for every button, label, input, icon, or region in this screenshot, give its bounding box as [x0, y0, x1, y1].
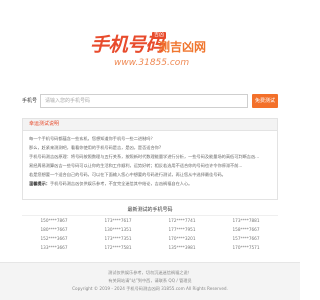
- recent-number[interactable]: 135****3981: [150, 243, 214, 252]
- recent-number[interactable]: 173****7617: [86, 216, 150, 225]
- recent-tests-grid: 150****7867 173****7617 172****7741 173*…: [22, 215, 278, 252]
- recent-number[interactable]: 152****3667: [22, 234, 86, 243]
- recent-number[interactable]: 170****7571: [214, 243, 278, 252]
- instructions-tip: 温馨提示：手机号码测吉凶仅供娱乐参考，不宜完全迷信其中结论，吉凶祸福自在人心。: [29, 179, 271, 188]
- recent-number[interactable]: 173****7351: [86, 234, 150, 243]
- page-footer: 测试仅供娱乐参考，切勿沉迷迷信祸福之说！ 有关网站请“站”到中西，请联系 QQ …: [0, 262, 300, 300]
- logo-side-text: 测吉凶网: [158, 40, 207, 54]
- footer-contact[interactable]: 有关网站请“站”到中西，请联系 QQ / 管理员: [0, 277, 300, 285]
- test-instructions-panel: 幸运测试说明 每一个手机号码都蕴含一些玄机，您想知道你手机号一些二进制吗？ 那么…: [22, 118, 278, 200]
- table-row: 133****3667 172****7581 135****3981 170*…: [22, 243, 278, 252]
- tip-label: 温馨提示：: [29, 181, 50, 186]
- tip-text: 手机号码测吉凶仅供娱乐参考，不宜完全迷信其中结论，吉凶祸福自在人心。: [49, 181, 193, 186]
- table-row: 180****7667 130****1351 177****7951 158*…: [22, 225, 278, 234]
- recent-number[interactable]: 173****7881: [214, 216, 278, 225]
- instructions-title: 幸运测试说明: [23, 119, 277, 131]
- logo-url: www.31855.com: [114, 58, 190, 68]
- recent-number[interactable]: 133****3667: [22, 243, 86, 252]
- search-label: 手机号: [22, 98, 38, 104]
- search-bar: 手机号 请输入您的手机号码 免费测试: [22, 94, 278, 108]
- recent-number[interactable]: 150****7867: [22, 216, 86, 225]
- recent-number[interactable]: 180****7667: [22, 225, 86, 234]
- instructions-paragraph: 若是您想要一个适合自己的号码，可以在下面输入您心中想要的号码进行测试，再让您从中…: [29, 172, 226, 177]
- site-logo[interactable]: 手机号码 吉凶 测吉凶网 www.31855.com: [90, 30, 214, 76]
- instructions-paragraph: 易经周易测算凶吉一些号码可以让你的生活和工作顺利，运势好转；相反若选用不适合你的…: [29, 163, 243, 168]
- recent-number[interactable]: 177****7951: [150, 225, 214, 234]
- recent-number[interactable]: 170****3201: [150, 234, 214, 243]
- table-row: 150****7867 173****7617 172****7741 173*…: [22, 216, 278, 225]
- recent-number[interactable]: 158****7667: [214, 225, 278, 234]
- recent-number[interactable]: 172****7741: [150, 216, 214, 225]
- footer-copyright: Copyright © 2019 - 2024 手机号码测吉凶网 31855.c…: [72, 286, 228, 291]
- instructions-paragraph: 每一个手机号码都蕴含一些玄机，您想知道你手机号一些二进制吗？: [29, 136, 155, 141]
- recent-number[interactable]: 172****7581: [86, 243, 150, 252]
- recent-tests-title: 最新测试的手机号码: [127, 207, 173, 213]
- instructions-paragraph: 手机号码测吉凶原理：将号码按照数理与五行关系，按照新时代数理能量学进行分析，一些…: [29, 154, 260, 159]
- instructions-paragraph: 那么，赶紧来测测吧，看看你使用的手机号码是吉，是凶，是否适合你?: [29, 145, 162, 150]
- table-row: 152****3667 173****7351 170****3201 157*…: [22, 234, 278, 243]
- phone-number-input[interactable]: 请输入您的手机号码: [40, 94, 248, 108]
- recent-number[interactable]: 130****1351: [86, 225, 150, 234]
- footer-disclaimer: 测试仅供娱乐参考，切勿沉迷迷信祸福之说！: [108, 270, 192, 275]
- recent-number[interactable]: 157****7667: [214, 234, 278, 243]
- free-test-button[interactable]: 免费测试: [252, 94, 278, 108]
